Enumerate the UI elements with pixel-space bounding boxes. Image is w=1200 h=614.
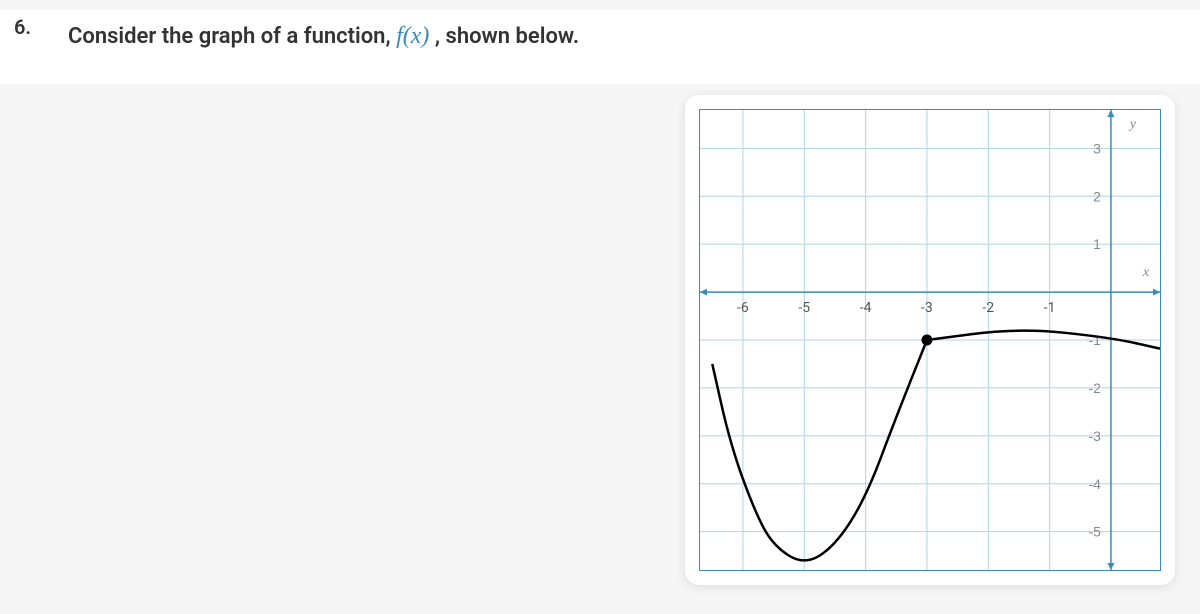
y-tick-label: -1 [1088,332,1101,348]
y-tick-label: -4 [1088,476,1101,492]
y-tick-label: 3 [1093,140,1101,156]
graph-inner: -6 -5 -4 -3 -2 -1 3 2 1 -1 -2 -3 -4 -5 x y [699,109,1161,571]
y-tick-label: 1 [1093,236,1101,252]
graph-panel: -6 -5 -4 -3 -2 -1 3 2 1 -1 -2 -3 -4 -5 x y [685,95,1175,585]
question-number: 6. [14,15,31,39]
question-math: f(x) [396,23,429,49]
filled-point [921,335,932,346]
question-header: 6. Consider the graph of a function, f(x… [0,10,1200,84]
x-tick-label: -5 [798,300,810,316]
y-tick-label: -5 [1088,524,1101,540]
y-axis-label: y [1128,117,1137,132]
x-axis-label: x [1142,265,1150,280]
x-tick-label: -6 [737,300,749,316]
function-chart: -6 -5 -4 -3 -2 -1 3 2 1 -1 -2 -3 -4 -5 x y [700,110,1160,570]
question-text: Consider the graph of a function, f(x) ,… [68,20,1180,54]
x-tick-label: -3 [921,300,933,316]
x-tick-label: -2 [982,300,994,316]
y-tick-label: -3 [1088,428,1101,444]
x-tick-label: -1 [1044,300,1056,316]
question-text-after: , shown below. [435,24,579,49]
y-tick-label: -2 [1088,380,1101,396]
question-text-before: Consider the graph of a function, [68,24,396,49]
y-tick-label: 2 [1093,188,1101,204]
x-tick-label: -4 [860,300,872,316]
curve-parabola [712,340,927,560]
